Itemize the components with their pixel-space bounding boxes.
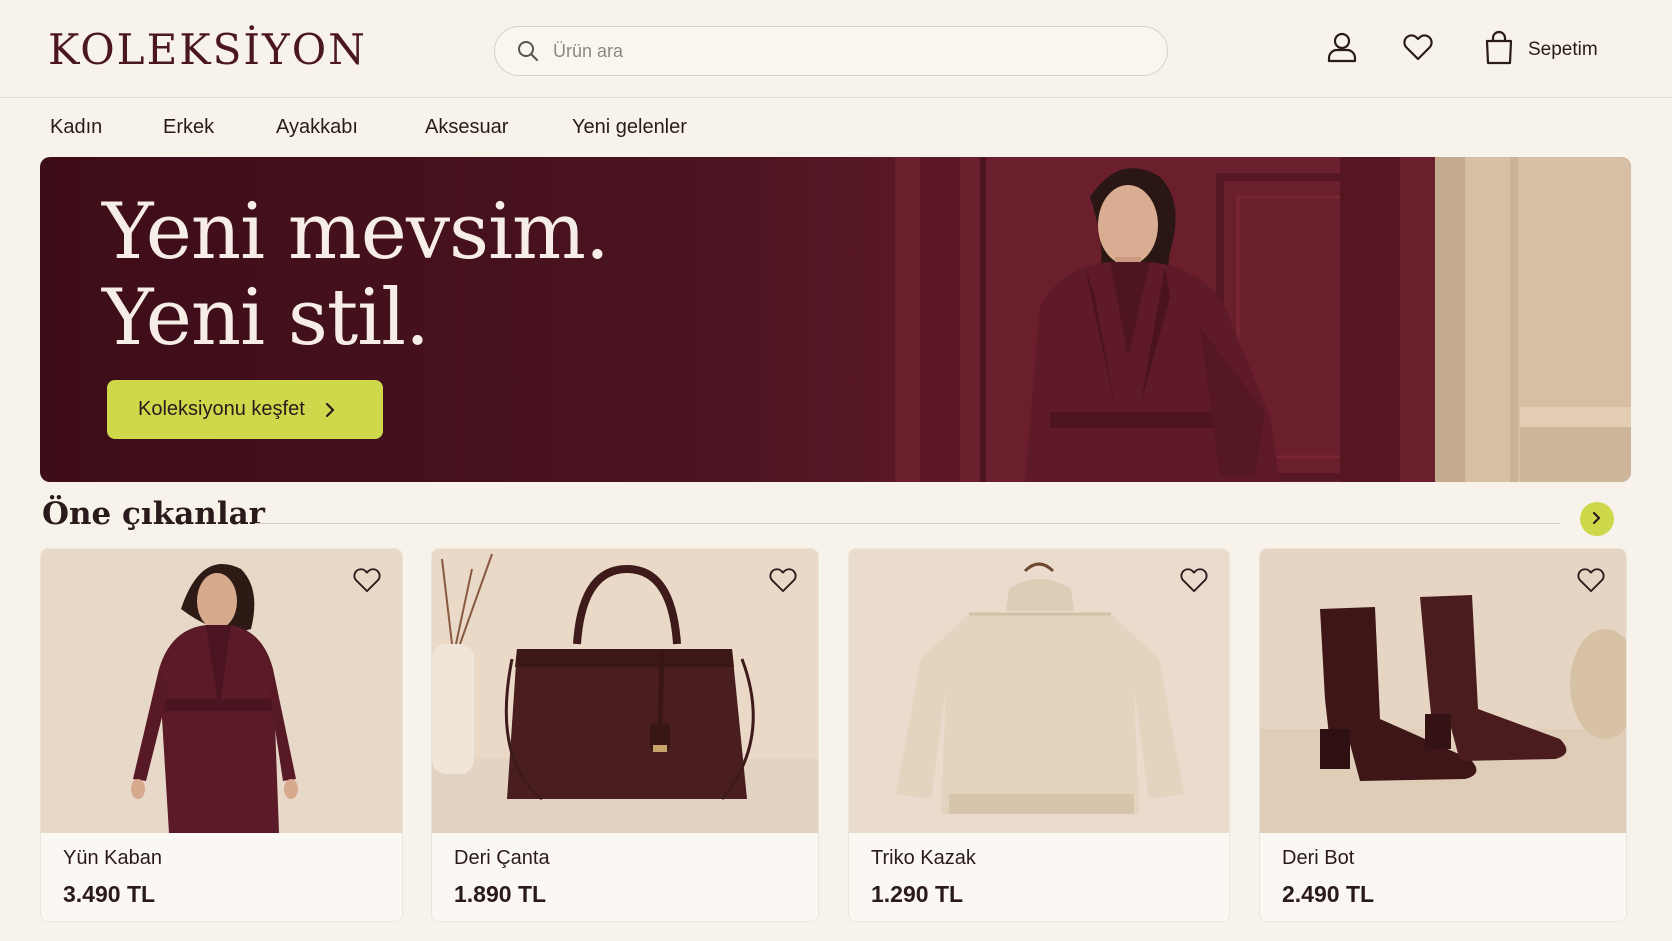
carousel-next-button[interactable] [1580, 502, 1614, 536]
nav-item-erkek[interactable]: Erkek [163, 116, 214, 139]
user-icon [1327, 31, 1357, 68]
product-card-triko-kazak[interactable]: Triko Kazak 1.290 TL [848, 548, 1230, 922]
product-image [432, 549, 818, 833]
shopping-bag-icon [1484, 30, 1514, 71]
account-button[interactable] [1325, 32, 1359, 66]
heart-icon [1403, 33, 1433, 66]
section-divider [255, 523, 1560, 524]
nav-item-aksesuar[interactable]: Aksesuar [425, 116, 508, 139]
product-image [1260, 549, 1626, 833]
nav-item-ayakkabi[interactable]: Ayakkabı [276, 116, 358, 139]
main-navigation: Kadın Erkek Ayakkabı Aksesuar Yeni gelen… [0, 110, 1672, 146]
cart-button[interactable]: Sepetim [1484, 30, 1598, 70]
product-card-yun-kaban[interactable]: Yün Kaban 3.490 TL [40, 548, 403, 922]
heart-icon [769, 567, 797, 598]
explore-collection-button[interactable]: Koleksiyonu keşfet [107, 380, 383, 439]
search-bar[interactable] [494, 26, 1168, 76]
favorite-button[interactable] [1574, 565, 1608, 599]
heart-icon [1577, 567, 1605, 598]
wishlist-button[interactable] [1401, 32, 1435, 66]
product-name: Deri Çanta [454, 847, 550, 869]
favorite-button[interactable] [1177, 565, 1211, 599]
product-price: 1.290 TL [871, 881, 964, 907]
hero-headline-line2: Yeni stil. [102, 273, 430, 363]
product-image [849, 549, 1229, 833]
explore-collection-label: Koleksiyonu keşfet [138, 398, 305, 420]
search-icon [515, 38, 541, 64]
brand-logo[interactable]: KOLEKSİYON [48, 26, 367, 74]
product-name: Deri Bot [1282, 847, 1355, 869]
hero-banner: Yeni mevsim. Yeni stil. Koleksiyonu keşf… [40, 157, 1631, 482]
site-header: KOLEKSİYON Sepetim [0, 0, 1672, 98]
product-name: Yün Kaban [63, 847, 162, 869]
favorite-button[interactable] [350, 565, 384, 599]
product-price: 2.490 TL [1282, 881, 1375, 907]
favorite-button[interactable] [766, 565, 800, 599]
product-image [41, 549, 402, 833]
nav-item-yeni-gelenler[interactable]: Yeni gelenler [572, 116, 687, 139]
heart-icon [353, 567, 381, 598]
product-card-deri-canta[interactable]: Deri Çanta 1.890 TL [431, 548, 819, 922]
product-name: Triko Kazak [871, 847, 976, 869]
search-input[interactable] [553, 40, 1153, 62]
product-card-deri-bot[interactable]: Deri Bot 2.490 TL [1259, 548, 1627, 922]
hero-headline: Yeni mevsim. Yeni stil. [102, 187, 610, 363]
cart-label: Sepetim [1528, 39, 1598, 60]
chevron-right-icon [1591, 511, 1603, 528]
featured-section-title: Öne çıkanlar [42, 496, 266, 532]
hero-headline-line1: Yeni mevsim. [102, 187, 610, 277]
heart-icon [1180, 567, 1208, 598]
chevron-right-icon [323, 402, 337, 418]
product-price: 1.890 TL [454, 881, 547, 907]
nav-item-kadin[interactable]: Kadın [50, 116, 102, 139]
product-price: 3.490 TL [63, 881, 156, 907]
